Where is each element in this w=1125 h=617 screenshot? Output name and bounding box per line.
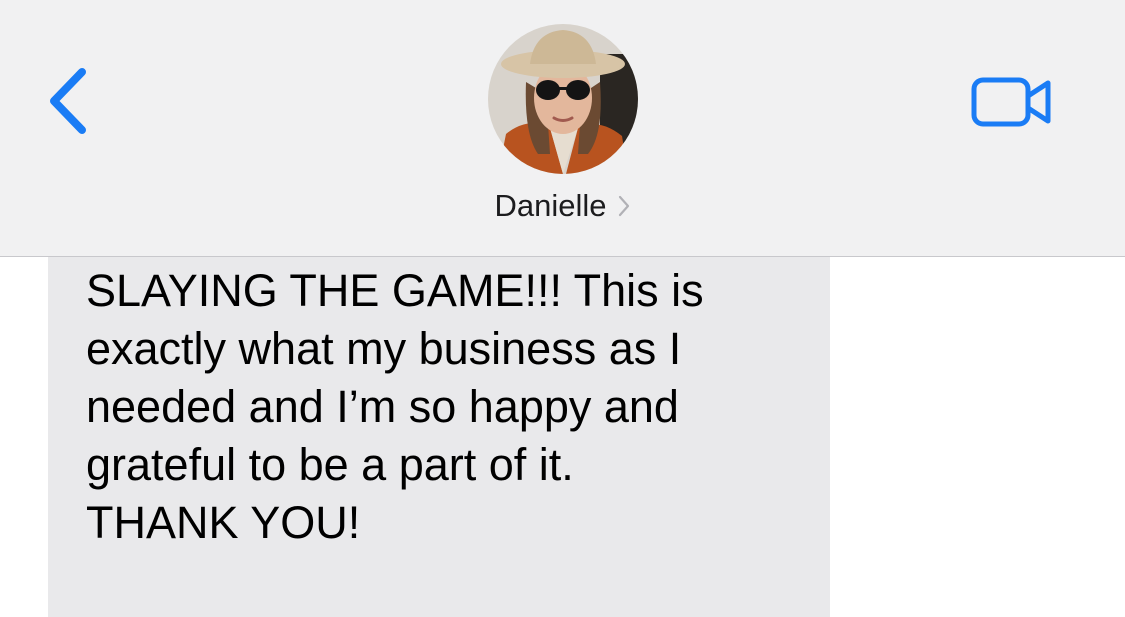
chevron-left-icon <box>50 68 86 134</box>
message-line: SLAYING THE GAME!!! This is <box>86 265 704 316</box>
contact-avatar[interactable] <box>488 24 638 174</box>
message-line: grateful to be a part of it. <box>86 439 574 490</box>
video-camera-icon <box>971 77 1051 127</box>
messages-screen: SLAYING THE GAME!!! This is exactly what… <box>0 0 1125 617</box>
chevron-right-icon <box>618 195 629 217</box>
contact-name-button[interactable]: Danielle <box>0 188 1125 224</box>
back-button[interactable] <box>44 66 96 136</box>
conversation-header: Danielle <box>0 0 1125 257</box>
contact-name: Danielle <box>494 188 607 223</box>
message-line: needed and I’m so happy and <box>86 381 679 432</box>
avatar-photo <box>488 24 638 174</box>
message-text: SLAYING THE GAME!!! This is exactly what… <box>86 262 786 552</box>
message-line: THANK YOU! <box>86 497 361 548</box>
facetime-video-button[interactable] <box>968 74 1056 130</box>
message-line: exactly what my business as I <box>86 323 682 374</box>
